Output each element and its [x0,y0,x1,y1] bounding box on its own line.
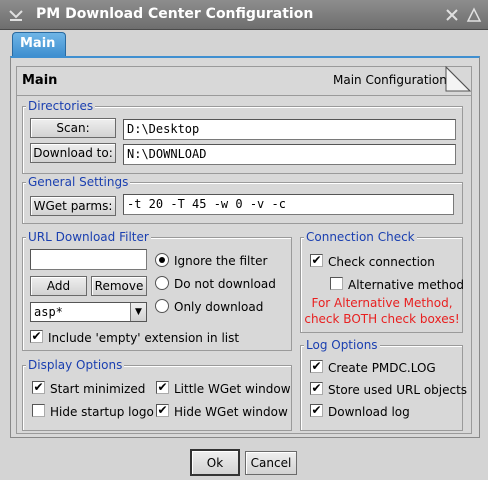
ok-button[interactable]: Ok [190,449,240,476]
chevron-down-icon[interactable] [6,5,26,25]
divider [17,95,471,96]
filter-input[interactable] [30,249,147,270]
display-options-group [22,365,292,431]
tab-main[interactable]: Main [12,32,66,56]
general-settings-legend: General Settings [26,175,131,189]
alternative-method-checkbox[interactable] [330,277,343,290]
download-to-button[interactable]: Download to: [30,143,116,163]
little-wget-window-checkbox[interactable]: ✔ [156,381,169,394]
download-log-label: Download log [328,405,410,419]
window-title: PM Download Center Configuration [36,6,314,22]
wget-parms-field[interactable]: -t 20 -T 45 -w 0 -v -c [123,194,454,215]
include-empty-checkbox[interactable]: ✔ [30,330,43,343]
radio-selected-dot [159,257,165,263]
scan-path-field[interactable]: D:\Desktop [123,119,456,140]
store-url-label: Store used URL objects [328,383,468,397]
radio-do-not-download-label: Do not download [174,277,276,291]
connection-check-legend: Connection Check [304,230,417,244]
create-log-label: Create PMDC.LOG [328,361,436,375]
wget-parms-button[interactable]: WGet parms: [30,196,116,216]
url-filter-legend: URL Download Filter [26,230,151,244]
hide-wget-window-checkbox[interactable]: ✔ [156,404,169,417]
display-options-legend: Display Options [26,358,125,372]
add-button[interactable]: Add [30,276,87,296]
include-empty-label: Include 'empty' extension in list [48,331,240,345]
page-fold-icon [445,65,472,92]
store-url-checkbox[interactable]: ✔ [310,382,323,395]
radio-ignore-filter[interactable] [155,253,169,267]
radio-only-download[interactable] [155,299,169,313]
radio-do-not-download[interactable] [155,276,169,290]
log-options-legend: Log Options [304,338,380,352]
alternative-method-label: Alternative method [348,278,464,292]
restore-icon[interactable] [464,5,484,25]
section-label: Main Configuration [333,73,447,87]
directories-legend: Directories [26,99,96,113]
tab-main-label: Main [20,36,56,51]
radio-ignore-filter-label: Ignore the filter [174,254,268,268]
create-log-checkbox[interactable]: ✔ [310,360,323,373]
scan-button[interactable]: Scan: [30,118,116,138]
download-path-field[interactable]: N:\DOWNLOAD [123,144,456,165]
close-icon[interactable] [442,5,462,25]
check-connection-checkbox[interactable]: ✔ [310,254,323,267]
extension-select-value: asp* [34,305,63,319]
hide-startup-logo-checkbox[interactable] [32,404,45,417]
page-title: Main [22,73,58,88]
hide-startup-logo-label: Hide startup logo [50,405,154,419]
alternative-note-line1: For Alternative Method, [311,296,453,310]
check-connection-label: Check connection [328,255,435,269]
alternative-note-line2: check BOTH check boxes! [304,312,460,326]
hide-wget-window-label: Hide WGet window [174,405,288,419]
chevron-down-icon[interactable]: ▼ [130,303,146,321]
download-log-checkbox[interactable]: ✔ [310,404,323,417]
little-wget-window-label: Little WGet window [174,382,291,396]
remove-button[interactable]: Remove [91,276,147,296]
radio-only-download-label: Only download [174,300,264,314]
cancel-button[interactable]: Cancel [245,451,297,475]
start-minimized-label: Start minimized [50,382,146,396]
start-minimized-checkbox[interactable]: ✔ [32,381,45,394]
